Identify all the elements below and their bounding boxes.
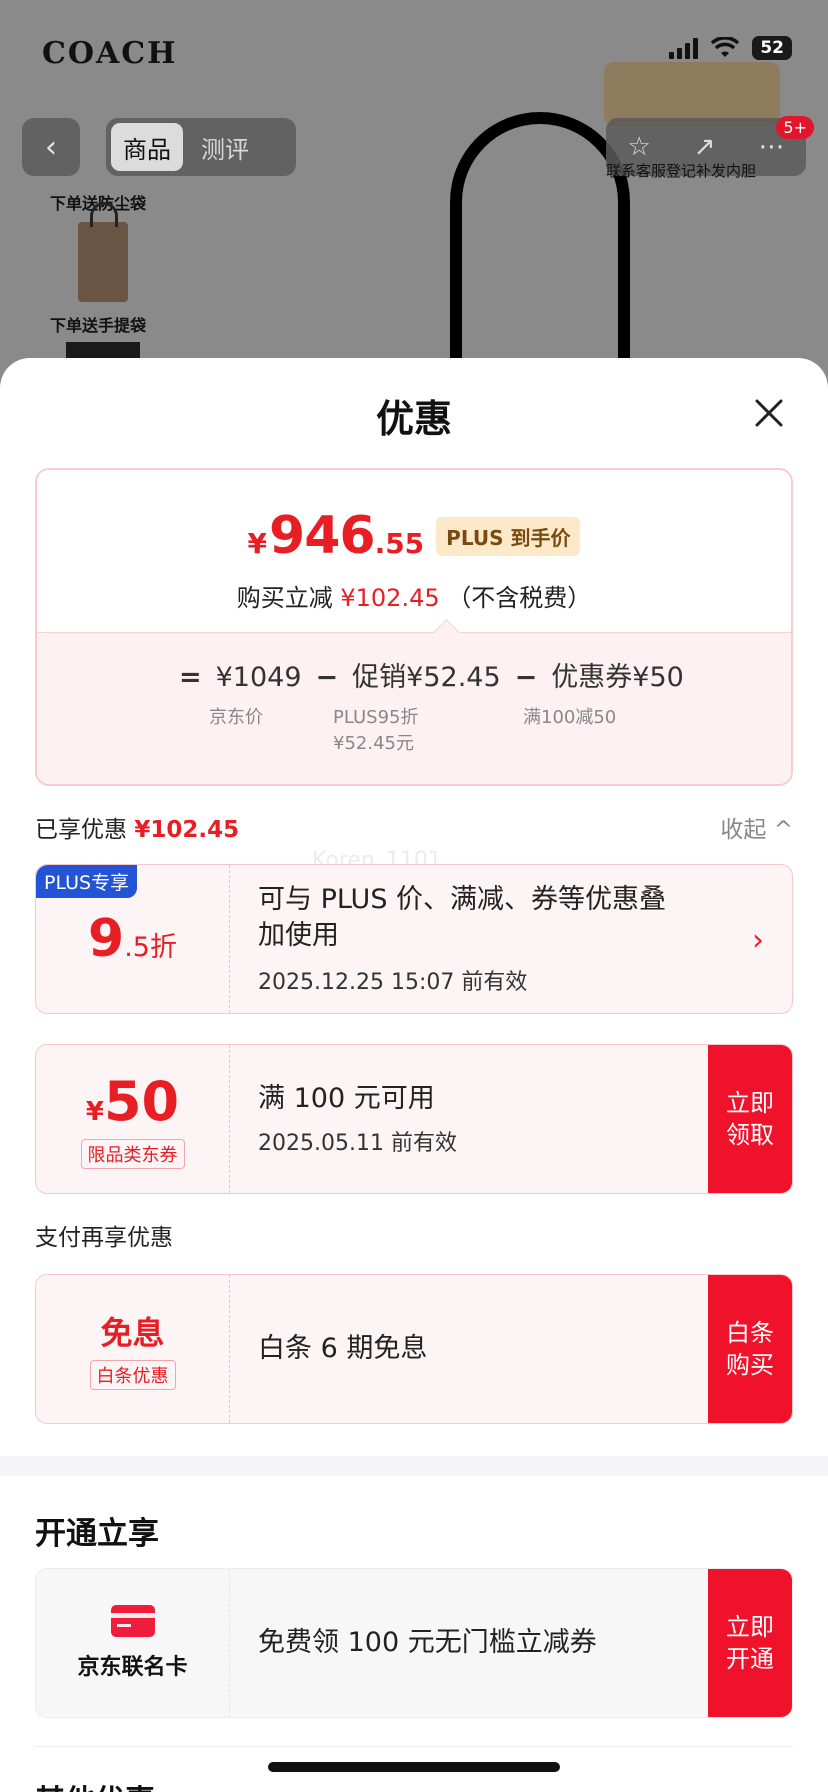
jd-card-body: 免费领 100 元无门槛立减券 xyxy=(258,1569,692,1717)
back-button[interactable]: ‹ xyxy=(22,118,80,176)
coupon-card: ¥50 限品类东券 满 100 元可用 2025.05.11 前有效 立即领取 xyxy=(35,1044,793,1194)
coupon-category-tag: 限品类东券 xyxy=(80,1138,185,1169)
baitiao-card: 免息 白条优惠 白条 6 期免息 白条购买 xyxy=(35,1274,793,1424)
tab-product[interactable]: 商品 xyxy=(111,123,183,171)
reduce-suffix: （不含税费） xyxy=(447,584,592,612)
final-price: ¥ 946 .55 PLUS 到手价 xyxy=(37,506,791,566)
minus-sign: − xyxy=(315,662,339,693)
plus-card-valid: 2025.12.25 15:07 前有效 xyxy=(258,970,528,995)
promo-sub-2: ¥52.45元 xyxy=(333,733,414,754)
signal-icon xyxy=(669,37,699,59)
chevron-left-icon: ‹ xyxy=(45,129,57,165)
home-indicator[interactable] xyxy=(268,1762,560,1772)
baitiao-tag: 白条优惠 xyxy=(89,1360,176,1390)
status-bar: 52 xyxy=(669,36,792,60)
coupon-amount-big: ¥50 xyxy=(86,1070,179,1133)
reduce-summary: 购买立减 ¥102.45 （不含税费） xyxy=(37,578,791,613)
discount-sheet: 优惠 ¥ 946 .55 PLUS 到手价 购买立减 ¥102.45 （不含税费… xyxy=(0,358,828,1792)
promo-amount: 促销¥52.45 xyxy=(352,662,501,693)
product-page-background: COACH 52 ‹ 商品 测评 ☆ ↗ ⋯ 5+ 联系客服登记补发内胆 下单送… xyxy=(0,0,828,380)
jd-card-info: 京东联名卡 xyxy=(36,1569,230,1717)
plus-exclusive-tag: PLUS专享 xyxy=(36,865,138,898)
jd-price-label: 京东价 xyxy=(209,707,263,728)
divider xyxy=(35,1746,793,1747)
final-price-integer: 946 xyxy=(269,506,376,566)
minus-sign: − xyxy=(514,662,538,693)
jd-card-label: 京东联名卡 xyxy=(77,1655,188,1680)
price-summary: ¥ 946 .55 PLUS 到手价 购买立减 ¥102.45 （不含税费） =… xyxy=(35,468,793,786)
battery-indicator: 52 xyxy=(752,36,792,60)
coupon-sub: 满100减50 xyxy=(523,707,617,728)
coupon-condition: 满 100 元可用 xyxy=(258,1083,435,1114)
plus-price-tag: PLUS 到手价 xyxy=(436,516,581,556)
discount-rest: .5折 xyxy=(124,932,177,963)
jd-card-offer: 京东联名卡 免费领 100 元无门槛立减券 立即开通 xyxy=(35,1568,793,1718)
enjoyed-label: 已享优惠 xyxy=(35,817,127,843)
product-image xyxy=(450,112,630,372)
plus-card-desc: 可与 PLUS 价、满减、券等优惠叠加使用 xyxy=(258,884,667,951)
other-discount-title: 其他优惠 xyxy=(35,1776,155,1792)
promo-text: 联系客服登记补发内胆 xyxy=(606,162,757,180)
plus-discount-card[interactable]: 9.5折 PLUS专享 可与 PLUS 价、满减、券等优惠叠加使用 2025.1… xyxy=(35,864,793,1014)
star-icon[interactable]: ☆ xyxy=(627,132,650,162)
product-insert-image xyxy=(604,62,780,126)
enjoyed-discount-row: 已享优惠 ¥102.45 xyxy=(35,810,239,844)
claim-coupon-button[interactable]: 立即领取 xyxy=(708,1045,792,1193)
coupon-valid: 2025.05.11 前有效 xyxy=(258,1131,457,1156)
open-now-button[interactable]: 立即开通 xyxy=(708,1569,792,1717)
collapse-button[interactable]: 收起 ^ xyxy=(720,810,793,844)
gift-label-handbag: 下单送手提袋 xyxy=(50,316,147,335)
discount-int: 9 xyxy=(88,909,125,969)
page-tabs: 商品 测评 xyxy=(106,118,296,176)
baitiao-desc: 白条 6 期免息 xyxy=(258,1333,428,1364)
section-divider xyxy=(0,1456,828,1476)
plus-card-body: 可与 PLUS 价、满减、券等优惠叠加使用 2025.12.25 15:07 前… xyxy=(258,865,692,1013)
message-badge: 5+ xyxy=(776,116,814,139)
coupon-currency: ¥ xyxy=(85,1096,104,1127)
reduce-prefix: 购买立减 xyxy=(236,584,333,612)
brand-logo: COACH xyxy=(42,36,178,71)
currency-symbol: ¥ xyxy=(247,527,268,560)
pay-discount-label: 支付再享优惠 xyxy=(35,1225,173,1251)
promo-sub-1: PLUS95折 xyxy=(333,707,419,728)
equals-sign: = xyxy=(179,662,202,693)
coupon-value: ¥50 限品类东券 xyxy=(36,1045,230,1193)
jd-card-desc: 免费领 100 元无门槛立减券 xyxy=(258,1627,597,1658)
shopping-bag-image xyxy=(78,202,128,302)
open-section-title: 开通立享 xyxy=(35,1516,159,1552)
price-formula: = ¥1049 − 促销¥52.45 − 优惠券¥50 xyxy=(177,655,684,694)
share-icon[interactable]: ↗ xyxy=(694,132,716,162)
final-price-decimal: .55 xyxy=(374,527,425,560)
baitiao-buy-button[interactable]: 白条购买 xyxy=(708,1275,792,1423)
baitiao-value: 免息 白条优惠 xyxy=(36,1275,230,1423)
coupon-value-number: 50 xyxy=(103,1069,180,1133)
close-icon[interactable] xyxy=(754,398,784,428)
price-breakdown: = ¥1049 − 促销¥52.45 − 优惠券¥50 京东价 PLUS95折 … xyxy=(37,632,791,784)
sheet-title: 优惠 xyxy=(375,397,452,441)
reduce-amount: ¥102.45 xyxy=(340,584,440,612)
tab-review[interactable]: 测评 xyxy=(189,123,261,171)
baitiao-card-body: 白条 6 期免息 xyxy=(258,1275,692,1423)
chevron-right-icon: › xyxy=(752,923,764,958)
jd-price: ¥1049 xyxy=(215,662,302,693)
enjoyed-amount: ¥102.45 xyxy=(134,817,240,843)
coupon-card-body: 满 100 元可用 2025.05.11 前有效 xyxy=(258,1045,692,1193)
wifi-icon xyxy=(711,37,740,57)
interest-free-title: 免息 xyxy=(100,1314,165,1352)
credit-card-icon xyxy=(110,1605,155,1637)
coupon-amount: 优惠券¥50 xyxy=(551,662,684,693)
discount-rate: 9.5折 xyxy=(88,909,177,969)
